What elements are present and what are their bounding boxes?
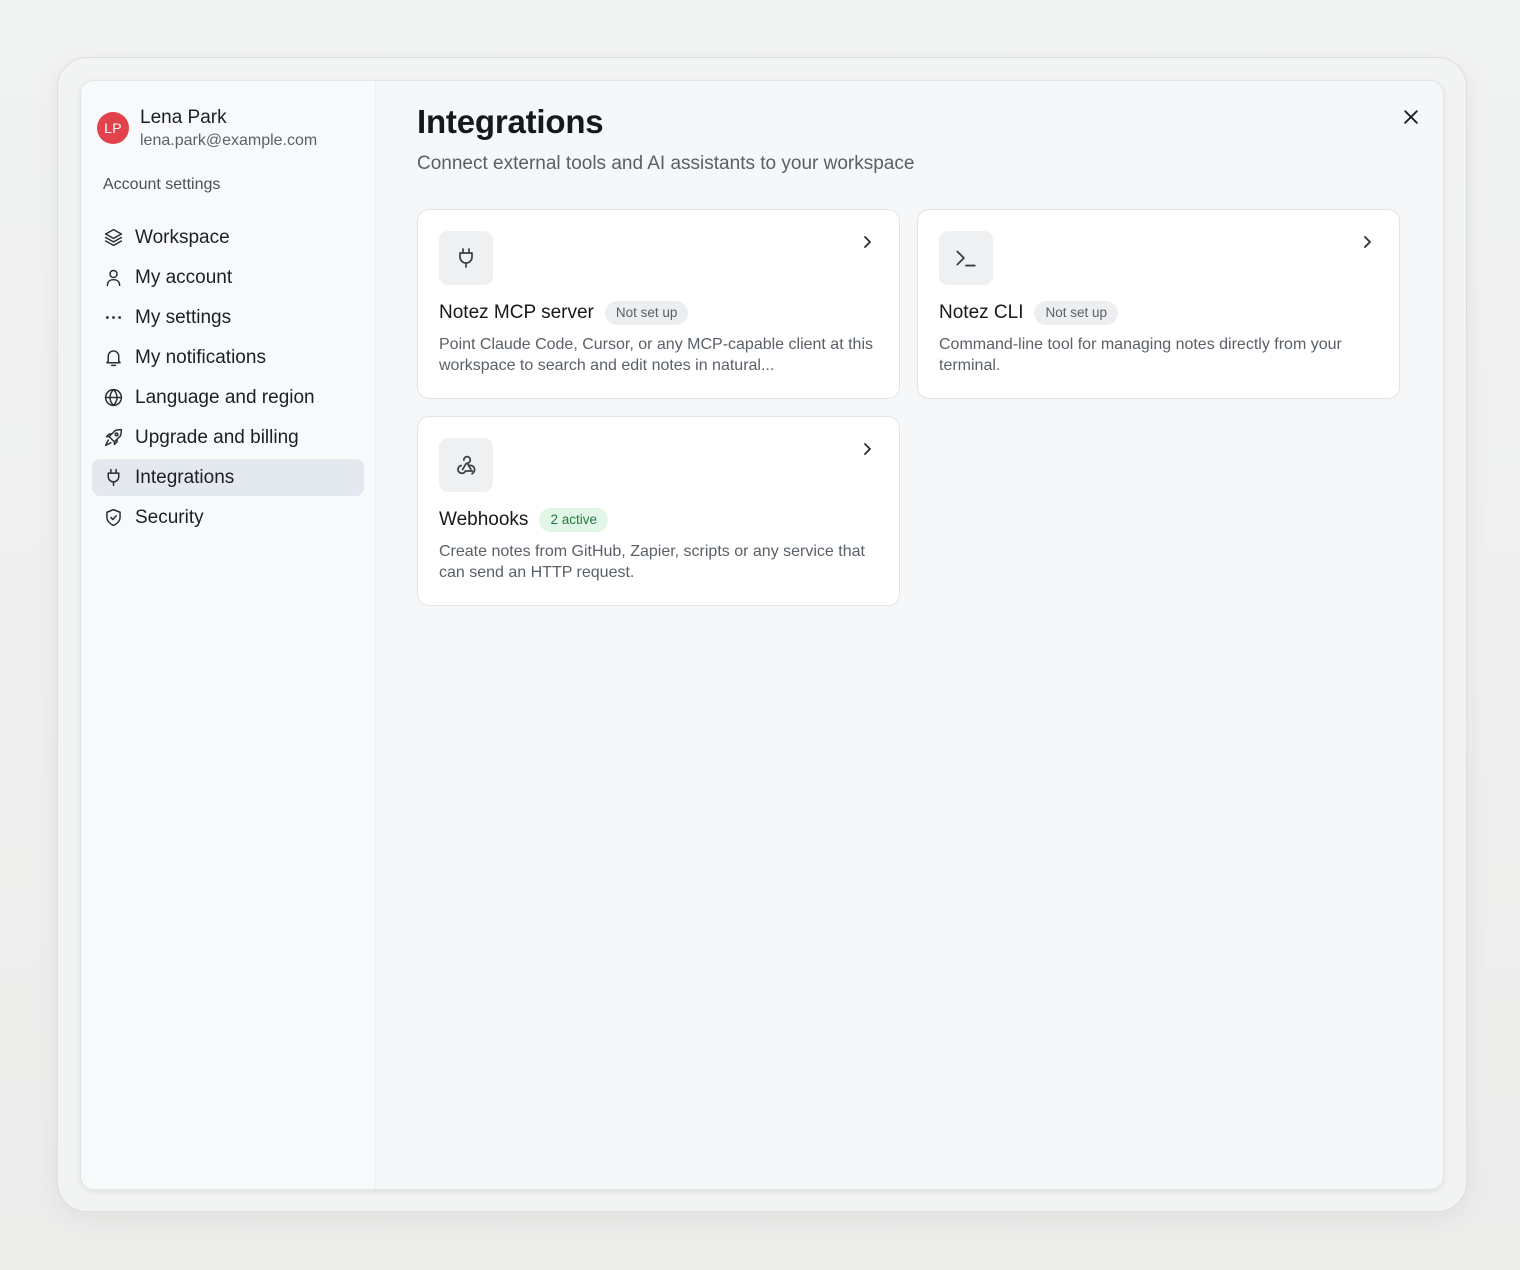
sidebar-item-upgrade-billing[interactable]: Upgrade and billing <box>92 419 364 456</box>
card-icon-tile <box>439 231 493 285</box>
status-badge: Not set up <box>604 301 689 325</box>
sidebar-item-label: Security <box>135 506 204 528</box>
plug-icon <box>459 248 473 268</box>
user-name: Lena Park <box>140 107 227 128</box>
shield-icon <box>103 507 124 528</box>
sidebar-item-workspace[interactable]: Workspace <box>92 219 364 256</box>
card-description: Point Claude Code, Cursor, or any MCP-ca… <box>439 336 873 374</box>
sidebar-item-my-notifications[interactable]: My notifications <box>92 339 364 376</box>
sidebar-section-label: Account settings <box>103 176 221 193</box>
card-title: Notez CLI <box>939 301 1024 323</box>
page-title: Integrations <box>417 103 604 140</box>
sidebar-item-label: My account <box>135 266 233 288</box>
sidebar-item-language-region[interactable]: Language and region <box>92 379 364 416</box>
sidebar-item-integrations[interactable]: Integrations <box>92 459 364 496</box>
avatar: LP <box>97 112 129 145</box>
webhook-icon <box>457 455 476 475</box>
sidebar-item-label: Language and region <box>135 386 315 408</box>
sidebar-item-my-account[interactable]: My account <box>92 259 364 296</box>
globe-icon <box>103 387 124 408</box>
chevron-right-icon <box>864 443 871 455</box>
sidebar-item-my-settings[interactable]: My settings <box>92 299 364 336</box>
sidebar-item-security[interactable]: Security <box>92 499 364 536</box>
close-icon <box>1404 110 1418 124</box>
more-horizontal-icon <box>103 307 124 328</box>
sidebar-item-label: Integrations <box>135 466 235 488</box>
close-button[interactable] <box>1397 103 1425 131</box>
sidebar-item-label: Upgrade and billing <box>135 426 299 448</box>
terminal-icon <box>956 250 976 267</box>
card-icon-tile <box>939 231 993 285</box>
card-icon-tile <box>439 438 493 492</box>
sidebar-item-label: My notifications <box>135 346 266 368</box>
integration-card-cli[interactable]: Notez CLI Not set up Command-line tool f… <box>917 209 1400 399</box>
chevron-right-icon <box>864 236 871 248</box>
sidebar-item-label: Workspace <box>135 226 230 248</box>
sidebar-item-label: My settings <box>135 306 232 328</box>
user-icon <box>103 267 124 288</box>
user-email: lena.park@example.com <box>140 131 318 149</box>
card-description: Create notes from GitHub, Zapier, script… <box>439 543 865 581</box>
layers-icon <box>103 227 124 248</box>
bell-icon <box>103 347 124 368</box>
page-subtitle: Connect external tools and AI assistants… <box>417 153 915 174</box>
integration-card-webhooks[interactable]: Webhooks 2 active Create notes from GitH… <box>417 416 900 606</box>
settings-nav: Workspace My account My settings My noti… <box>92 219 364 539</box>
plug-icon <box>103 467 124 488</box>
status-badge: Not set up <box>1034 301 1119 325</box>
settings-sidebar: LP Lena Park lena.park@example.com Accou… <box>81 81 376 1189</box>
chevron-right-icon <box>1364 236 1371 248</box>
integration-card-mcp-server[interactable]: Notez MCP server Not set up Point Claude… <box>417 209 900 399</box>
card-title: Webhooks <box>439 508 529 530</box>
settings-content: Integrations Connect external tools and … <box>417 81 1443 1189</box>
settings-modal: LP Lena Park lena.park@example.com Accou… <box>80 80 1444 1190</box>
card-title: Notez MCP server <box>439 301 594 323</box>
rocket-icon <box>103 427 124 448</box>
user-profile: LP Lena Park lena.park@example.com <box>97 107 317 150</box>
status-badge: 2 active <box>539 508 608 532</box>
card-description: Command-line tool for managing notes dir… <box>939 336 1342 374</box>
